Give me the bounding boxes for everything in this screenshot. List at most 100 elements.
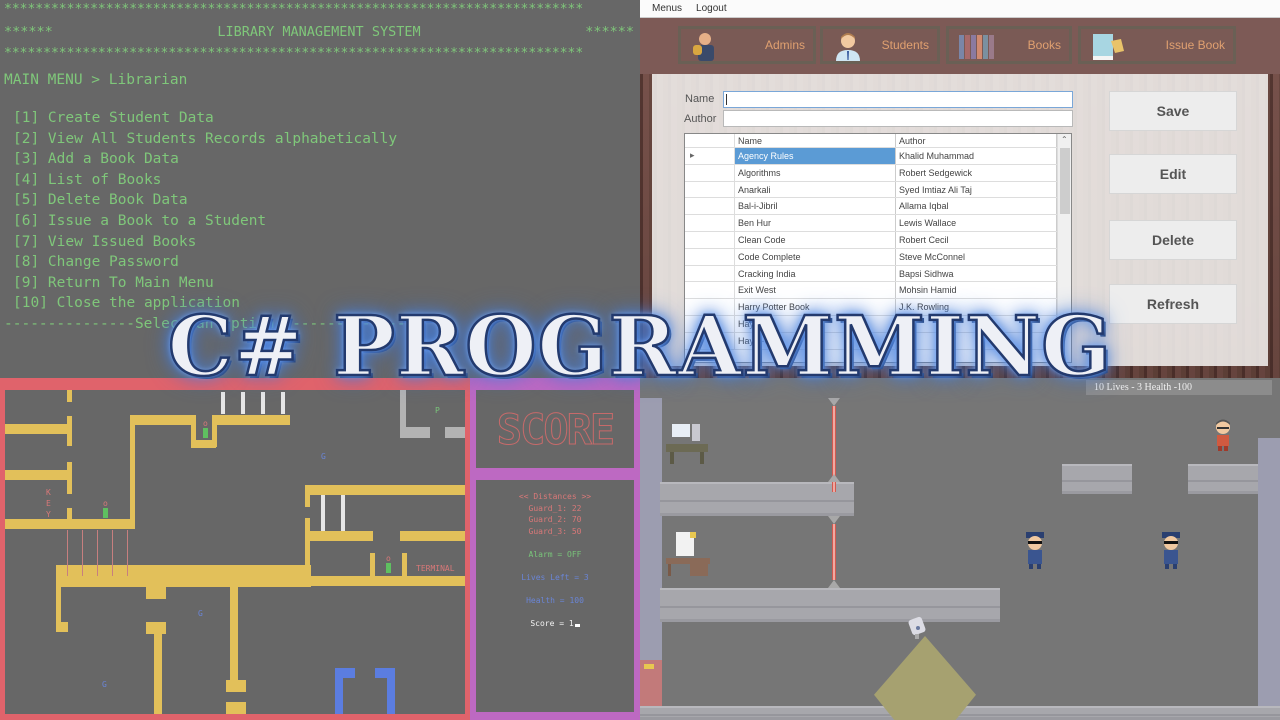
- row-header[interactable]: [685, 164, 735, 181]
- row-header[interactable]: [685, 215, 735, 231]
- menu-item-list-books[interactable]: [4] List of Books: [13, 170, 640, 191]
- cell-name[interactable]: Code Complete: [735, 248, 896, 265]
- score-banner: SCORE: [476, 390, 634, 468]
- table-row[interactable]: Algorithms Robert Sedgewick: [685, 164, 1071, 182]
- menu-menus[interactable]: Menus: [652, 3, 682, 14]
- table-row[interactable]: Code Complete Steve McConnel: [685, 248, 1071, 266]
- cell-author[interactable]: Syed Imtiaz Ali Taj: [896, 181, 1057, 198]
- author-input[interactable]: [723, 110, 1073, 127]
- nav-issue-book-button[interactable]: Issue Book: [1078, 26, 1236, 64]
- cell-author[interactable]: Bapsi Sidhwa: [896, 265, 1057, 282]
- blue-gate: [387, 668, 395, 714]
- guard-distance: Guard_3: 50: [528, 527, 582, 536]
- stars-right: ******: [585, 24, 634, 40]
- nav-admins-button[interactable]: Admins: [678, 26, 816, 64]
- wall: [230, 587, 238, 687]
- name-input[interactable]: [723, 91, 1073, 108]
- wall: [130, 415, 194, 425]
- laser-emitter-icon: [828, 474, 840, 482]
- edit-button[interactable]: Edit: [1109, 154, 1237, 194]
- menu-item-return-main[interactable]: [9] Return To Main Menu: [13, 273, 640, 294]
- score-value: Score = 1: [530, 619, 574, 628]
- menu-bar: Menus Logout: [640, 0, 1280, 18]
- menu-item-delete-book[interactable]: [5] Delete Book Data: [13, 190, 640, 211]
- nav-issue-book-label: Issue Book: [1165, 38, 1225, 52]
- cell-name[interactable]: Bal-i-Jibril: [735, 198, 896, 215]
- wall: [400, 531, 465, 541]
- delete-button[interactable]: Delete: [1109, 220, 1237, 260]
- laser-emitter-icon: [828, 580, 840, 588]
- stats-panel: << Distances >> Guard_1: 22 Guard_2: 70 …: [476, 480, 634, 712]
- row-header[interactable]: [685, 282, 735, 299]
- scrollbar-thumb[interactable]: [1060, 148, 1070, 214]
- guard-char: G: [198, 609, 203, 618]
- menu-item-create-student[interactable]: [1] Create Student Data: [13, 108, 640, 129]
- scroll-up-arrow-icon[interactable]: ⌃: [1061, 135, 1068, 144]
- cell-name[interactable]: Clean Code: [735, 231, 896, 248]
- row-header[interactable]: [685, 181, 735, 198]
- menu-item-change-password[interactable]: [8] Change Password: [13, 252, 640, 273]
- table-row[interactable]: Clean Code Robert Cecil: [685, 231, 1071, 249]
- issue-book-icon: [1093, 34, 1124, 60]
- table-row[interactable]: Anarkali Syed Imtiaz Ali Taj: [685, 181, 1071, 199]
- menu-logout[interactable]: Logout: [696, 3, 727, 14]
- row-header[interactable]: ▸: [685, 148, 735, 164]
- cell-author[interactable]: Mohsin Hamid: [896, 282, 1057, 299]
- wall: [370, 553, 375, 578]
- cell-name[interactable]: Exit West: [735, 282, 896, 299]
- score-banner-text: SCORE: [496, 404, 615, 454]
- exit-wall: [400, 427, 430, 438]
- exit-door-icon: [640, 660, 662, 706]
- right-wall: [1258, 438, 1280, 720]
- table-row[interactable]: Ben Hur Lewis Wallace: [685, 215, 1071, 232]
- save-button[interactable]: Save: [1109, 91, 1237, 131]
- wall: [56, 622, 68, 632]
- nav-books-label: Books: [1027, 38, 1061, 52]
- cell-name[interactable]: Algorithms: [735, 164, 896, 181]
- column-header-author[interactable]: Author: [896, 134, 1057, 147]
- cell-name[interactable]: Cracking India: [735, 265, 896, 282]
- door-char: o: [103, 499, 108, 508]
- document-desk-icon: [666, 532, 710, 576]
- wall: [130, 415, 135, 529]
- menu-item-add-book[interactable]: [3] Add a Book Data: [13, 149, 640, 170]
- wall: [5, 424, 69, 434]
- cell-name[interactable]: Ben Hur: [735, 215, 896, 231]
- wall: [56, 565, 61, 625]
- table-row[interactable]: ▸ Agency Rules Khalid Muhammad: [685, 148, 1071, 165]
- nav-books-button[interactable]: Books: [946, 26, 1072, 64]
- wall: [305, 485, 310, 507]
- cell-name[interactable]: Anarkali: [735, 181, 896, 198]
- wall: [56, 565, 311, 587]
- wall: [226, 680, 246, 692]
- brick-platform: [660, 482, 854, 516]
- wall: [67, 390, 72, 402]
- cell-author[interactable]: Khalid Muhammad: [896, 148, 1057, 164]
- books-icon: [959, 35, 994, 59]
- menu-item-view-issued[interactable]: [7] View Issued Books: [13, 232, 640, 253]
- row-header[interactable]: [685, 198, 735, 215]
- cell-name[interactable]: Agency Rules: [735, 148, 896, 164]
- wall: [305, 531, 373, 541]
- key-letter: Y: [46, 510, 51, 519]
- refresh-button[interactable]: Refresh: [1109, 284, 1237, 324]
- menu-item-issue-book[interactable]: [6] Issue a Book to a Student: [13, 211, 640, 232]
- wall: [67, 462, 72, 494]
- cell-author[interactable]: Lewis Wallace: [896, 215, 1057, 231]
- row-header[interactable]: [685, 265, 735, 282]
- cell-author[interactable]: Robert Sedgewick: [896, 164, 1057, 181]
- console-title: LIBRARY MANAGEMENT SYSTEM: [217, 24, 421, 40]
- row-header[interactable]: [685, 231, 735, 248]
- cell-author[interactable]: Steve McConnel: [896, 248, 1057, 265]
- cell-author[interactable]: Robert Cecil: [896, 231, 1057, 248]
- door-char: o: [386, 554, 391, 563]
- table-row[interactable]: Bal-i-Jibril Allama Iqbal: [685, 198, 1071, 216]
- nav-students-button[interactable]: Students: [820, 26, 940, 64]
- cell-author[interactable]: Allama Iqbal: [896, 198, 1057, 215]
- console-cursor: [574, 624, 580, 627]
- column-header-name[interactable]: Name: [735, 134, 896, 147]
- menu-item-view-students[interactable]: [2] View All Students Records alphabetic…: [13, 129, 640, 150]
- row-header[interactable]: [685, 248, 735, 265]
- table-row[interactable]: Cracking India Bapsi Sidhwa: [685, 265, 1071, 283]
- wall: [154, 632, 162, 714]
